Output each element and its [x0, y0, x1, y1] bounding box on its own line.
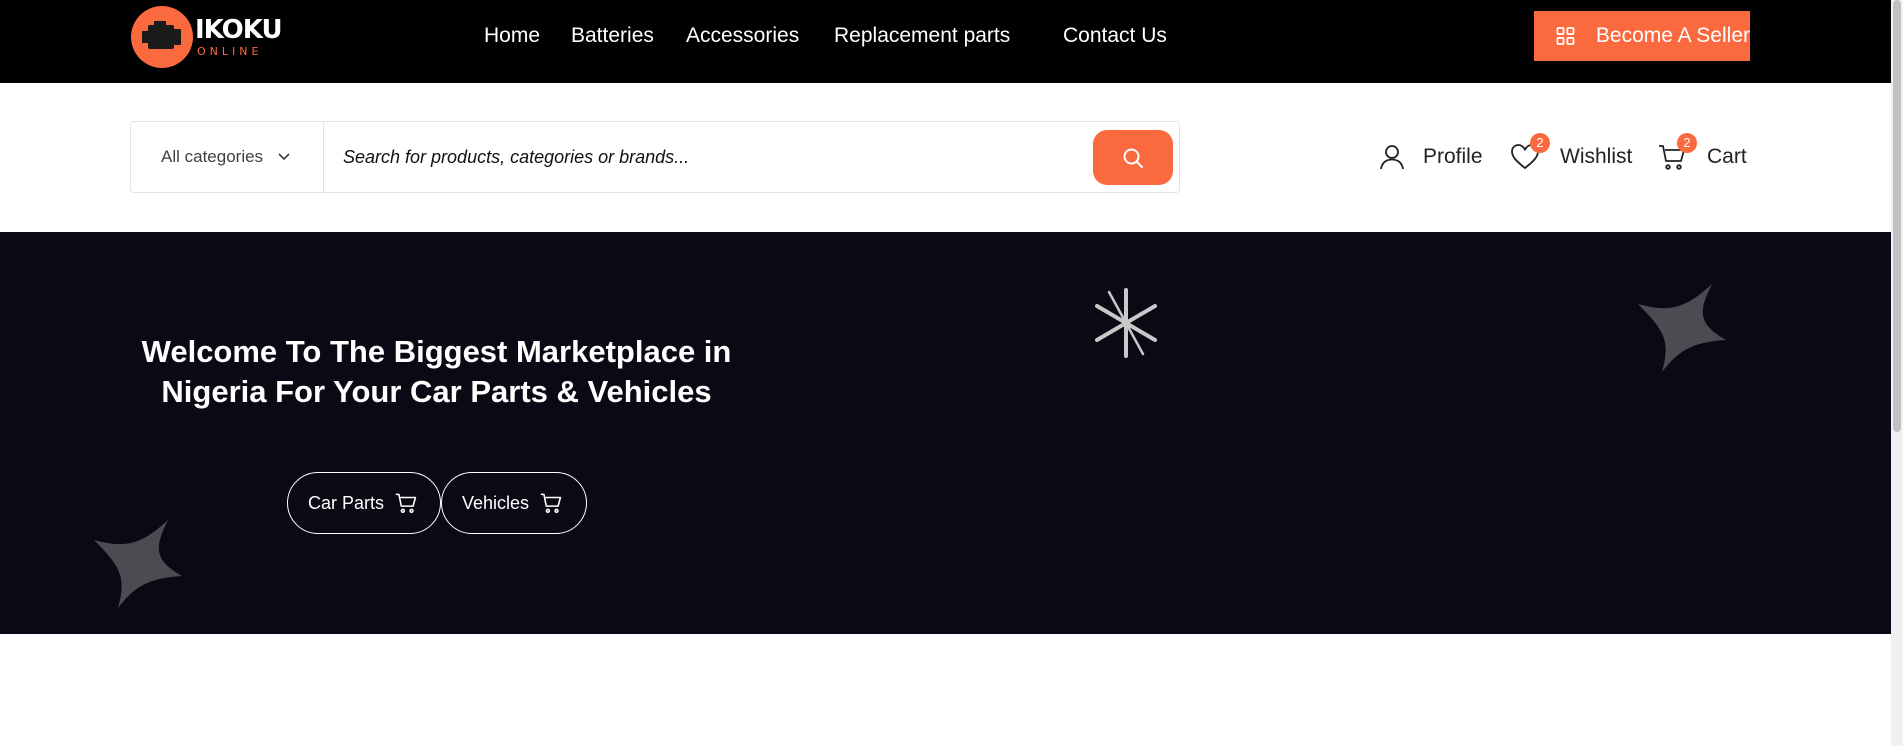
cart-icon: 2	[1655, 133, 1697, 174]
profile-label: Profile	[1423, 145, 1483, 168]
user-icon	[1375, 140, 1409, 174]
nav-home[interactable]: Home	[484, 24, 540, 48]
cart-icon	[540, 493, 562, 514]
brand-logo[interactable]: IKOKU ONLINE	[131, 6, 283, 68]
cart-count-badge: 2	[1677, 133, 1697, 153]
car-parts-label: Car Parts	[308, 492, 385, 513]
nav-contact-us[interactable]: Contact Us	[1063, 24, 1167, 48]
sparkle-decoration-icon	[1638, 284, 1726, 372]
nav-accessories[interactable]: Accessories	[686, 24, 799, 48]
category-select-label: All categories	[161, 147, 264, 166]
search-icon	[1123, 148, 1143, 168]
sparkle-decoration-icon	[94, 520, 182, 608]
nav-replacement-parts[interactable]: Replacement parts	[834, 24, 1010, 48]
become-seller-label: Become A Seller	[1595, 24, 1750, 47]
nav-batteries[interactable]: Batteries	[571, 24, 654, 48]
wishlist-link[interactable]: 2 Wishlist	[1508, 133, 1633, 174]
chevron-down-icon	[278, 153, 290, 161]
profile-link[interactable]: Profile	[1375, 140, 1483, 174]
vehicles-label: Vehicles	[462, 492, 530, 513]
top-navbar: IKOKU ONLINE Home Batteries Accessories …	[0, 0, 1891, 83]
cart-icon	[395, 493, 417, 514]
brand-tagline: ONLINE	[197, 45, 263, 58]
wishlist-count-badge: 2	[1530, 133, 1550, 153]
search-input[interactable]	[343, 142, 1003, 172]
grid-icon	[1556, 27, 1575, 45]
asterisk-decoration-icon	[1095, 288, 1157, 358]
search-bar: All categories	[130, 121, 1180, 193]
car-parts-button[interactable]: Car Parts	[287, 472, 441, 534]
vehicles-button[interactable]: Vehicles	[441, 472, 587, 534]
search-button[interactable]	[1093, 130, 1173, 185]
become-seller-button[interactable]: Become A Seller	[1534, 11, 1750, 61]
wishlist-label: Wishlist	[1560, 145, 1633, 168]
heart-icon: 2	[1508, 133, 1550, 174]
cart-label: Cart	[1707, 145, 1747, 168]
engine-icon	[131, 6, 193, 68]
hero-banner: Welcome To The Biggest Marketplace in Ni…	[0, 232, 1891, 634]
page-scrollbar[interactable]	[1891, 0, 1903, 746]
brand-name: IKOKU	[195, 15, 283, 45]
category-select[interactable]: All categories	[131, 122, 324, 192]
hero-title: Welcome To The Biggest Marketplace in Ni…	[141, 334, 732, 409]
scrollbar-thumb[interactable]	[1893, 0, 1901, 432]
cart-link[interactable]: 2 Cart	[1655, 133, 1747, 174]
